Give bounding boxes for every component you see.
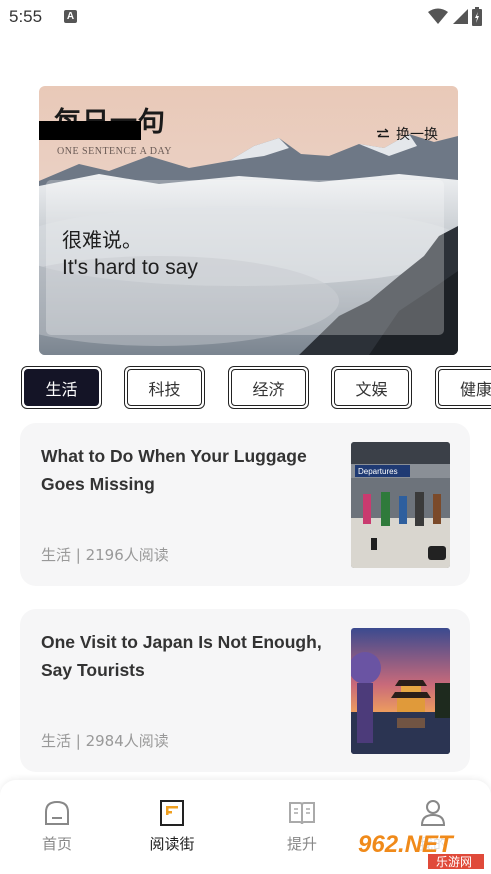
switch-sentence-button[interactable]: 换一换 [376,124,438,144]
quote-english: It's hard to say [62,256,198,279]
category-tabs: 生活 科技 经济 文娱 健康 [20,366,491,410]
nav-improve[interactable]: 提升 [262,798,342,854]
nav-label: 首页 [41,835,72,853]
watermark-site: 乐游网 [436,855,472,869]
category-label: 科技 [127,369,202,406]
departures-sign: Departures [358,467,398,476]
notification-icon: A [64,10,77,23]
category-label: 文娱 [334,369,409,406]
article-meta: 生活 | 2984人阅读 [41,732,169,750]
category-tab-economy[interactable]: 经济 [228,366,309,409]
article-title: One Visit to Japan Is Not Enough, Say To… [41,632,322,680]
profile-icon [420,800,446,826]
nav-label: 阅读街 [149,835,195,853]
nav-reading-street[interactable]: 阅读街 [132,798,212,854]
category-label: 生活 [24,369,99,406]
banner-subtitle: ONE SENTENCE A DAY [57,146,173,157]
article-card[interactable]: One Visit to Japan Is Not Enough, Say To… [20,609,470,772]
article-title: What to Do When Your Luggage Goes Missin… [41,446,307,494]
redaction-bar [39,121,141,140]
reading-street-icon [160,800,184,826]
home-icon [45,800,69,825]
watermark-brand: 962.NET [358,831,455,858]
book-icon [289,802,315,825]
japanese-temple-sunset-photo [351,628,450,754]
category-tab-health[interactable]: 健康 [435,366,491,409]
article-card[interactable]: What to Do When Your Luggage Goes Missin… [20,423,470,586]
status-bar: 5:55 A [0,0,491,34]
battery-icon [472,7,482,26]
nav-home[interactable]: 首页 [17,798,97,854]
wifi-icon [428,8,448,24]
nav-label: 提升 [286,835,317,853]
quote-chinese: 很难说。 [62,228,142,252]
site-watermark: 962.NET 乐游网 [352,826,488,870]
category-tab-entertainment[interactable]: 文娱 [331,366,412,409]
status-icons [428,7,482,26]
category-tab-tech[interactable]: 科技 [124,366,205,409]
status-time: 5:55 [9,7,43,26]
daily-sentence-banner[interactable]: 每日一句 ONE SENTENCE A DAY 换一换 很难说。 It's ha… [39,86,458,355]
category-label: 经济 [231,369,306,406]
airport-departures-photo: Departures [351,442,450,568]
swap-arrows-icon [377,128,389,138]
switch-label: 换一换 [396,127,438,143]
article-meta: 生活 | 2196人阅读 [41,546,169,564]
quote-card: 很难说。 It's hard to say [46,180,444,335]
category-label: 健康 [438,369,491,406]
cell-signal-icon [453,9,468,24]
category-tab-life[interactable]: 生活 [21,366,102,409]
